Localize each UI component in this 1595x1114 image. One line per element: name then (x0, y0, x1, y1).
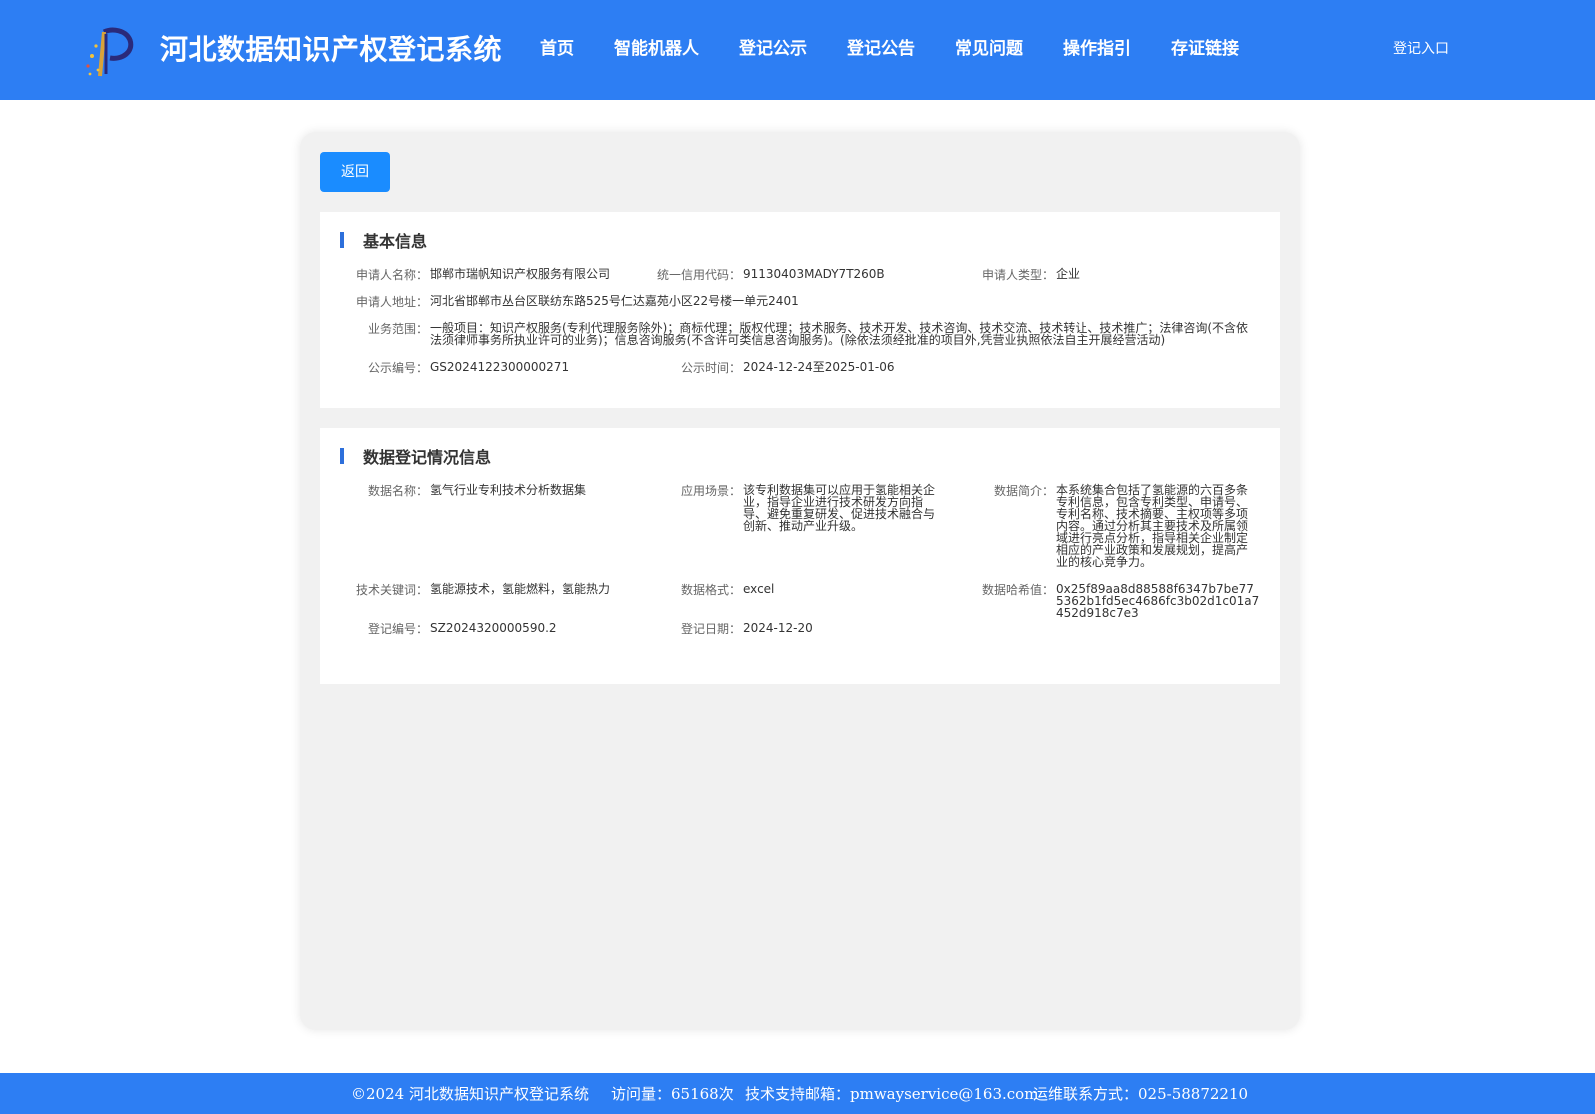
data-name-value: 氢气行业专利技术分析数据集 (430, 483, 587, 497)
tech-keywords-label: 技术关键词： (355, 583, 428, 597)
credit-code-label: 统一信用代码： (656, 268, 741, 282)
nav-evidence-link[interactable]: 存证链接 (1171, 34, 1239, 59)
registration-number-label: 登记编号： (367, 622, 428, 636)
tech-keywords-value: 氢能源技术，氢能燃料，氢能热力 (430, 582, 611, 596)
registration-number-value: SZ2024320000590.2 (430, 621, 557, 635)
basic-info-card: 基本信息 申请人名称： 邯郸市瑞帆知识产权服务有限公司 统一信用代码： 9113… (320, 212, 1280, 408)
applicant-name-value: 邯郸市瑞帆知识产权服务有限公司 (430, 267, 611, 281)
footer-contact-phone: 运维联系方式：025-58872210 (1033, 1085, 1249, 1103)
registration-date-value: 2024-12-20 (743, 621, 813, 635)
site-footer: ©2024 河北数据知识产权登记系统 访问量：65168次 技术支持邮箱：pmw… (0, 1073, 1595, 1114)
site-title: 河北数据知识产权登记系统 (160, 33, 503, 66)
address-label: 申请人地址： (355, 295, 428, 309)
applicant-type-value: 企业 (1056, 267, 1081, 281)
nav-faq[interactable]: 常见问题 (955, 34, 1023, 59)
publicity-time-label: 公示时间： (680, 361, 741, 375)
publicity-number-value: GS2024122300000271 (430, 360, 570, 374)
nav-robot[interactable]: 智能机器人 (614, 34, 699, 59)
section-marker (340, 448, 344, 464)
data-intro-value: 本系统集合包括了氢能源的六百多条专利信息，包含专利类型、申请号、专利名称、技术摘… (1056, 483, 1249, 569)
back-button[interactable]: 返回 (320, 152, 390, 192)
scope-value: 一般项目：知识产权服务(专利代理服务除外)；商标代理；版权代理；技术服务、技术开… (430, 321, 1249, 347)
site-logo-icon[interactable] (82, 26, 136, 80)
applicant-type-label: 申请人类型： (981, 268, 1054, 282)
credit-code-value: 91130403MADY7T260B (743, 267, 885, 281)
detail-panel: 返回 基本信息 申请人名称： 邯郸市瑞帆知识产权服务有限公司 统一信用代码： 9… (300, 132, 1300, 1030)
footer-visit-count: 访问量：65168次 (611, 1085, 734, 1103)
nav-home[interactable]: 首页 (540, 34, 574, 59)
login-link[interactable]: 登记入口 (1393, 38, 1449, 58)
data-name-label: 数据名称： (367, 484, 428, 498)
nav-guide[interactable]: 操作指引 (1063, 34, 1131, 59)
nav-registration-publicity[interactable]: 登记公示 (739, 34, 807, 59)
application-scene-label: 应用场景： (680, 484, 741, 498)
address-value: 河北省邯郸市丛台区联纺东路525号仁达嘉苑小区22号楼一单元2401 (430, 294, 799, 308)
data-format-value: excel (743, 582, 775, 596)
applicant-name-label: 申请人名称： (355, 268, 428, 282)
publicity-number-label: 公示编号： (367, 361, 428, 375)
data-registration-card: 数据登记情况信息 数据名称： 氢气行业专利技术分析数据集 应用场景： 该专利数据… (320, 428, 1280, 684)
data-hash-label: 数据哈希值： (981, 583, 1054, 597)
nav-registration-announcement[interactable]: 登记公告 (847, 34, 915, 59)
application-scene-value: 该专利数据集可以应用于氢能相关企业，指导企业进行技术研发方向指导、避免重复研发、… (743, 483, 936, 533)
data-format-label: 数据格式： (680, 583, 741, 597)
section-title-data: 数据登记情况信息 (363, 448, 492, 467)
data-intro-label: 数据简介： (993, 484, 1054, 498)
data-hash-value: 0x25f89aa8d88588f6347b7be775362b1fd5ec46… (1056, 582, 1260, 620)
publicity-time-value: 2024-12-24至2025-01-06 (743, 360, 895, 374)
scope-label: 业务范围： (367, 322, 428, 336)
footer-copyright: ©2024 河北数据知识产权登记系统 (351, 1085, 589, 1103)
section-title-basic: 基本信息 (363, 232, 428, 251)
footer-support-email: 技术支持邮箱：pmwayservice@163.com (745, 1085, 1039, 1103)
section-marker (340, 232, 344, 248)
top-header: 河北数据知识产权登记系统 首页 智能机器人 登记公示 登记公告 常见问题 操作指… (0, 0, 1595, 100)
registration-date-label: 登记日期： (680, 622, 741, 636)
